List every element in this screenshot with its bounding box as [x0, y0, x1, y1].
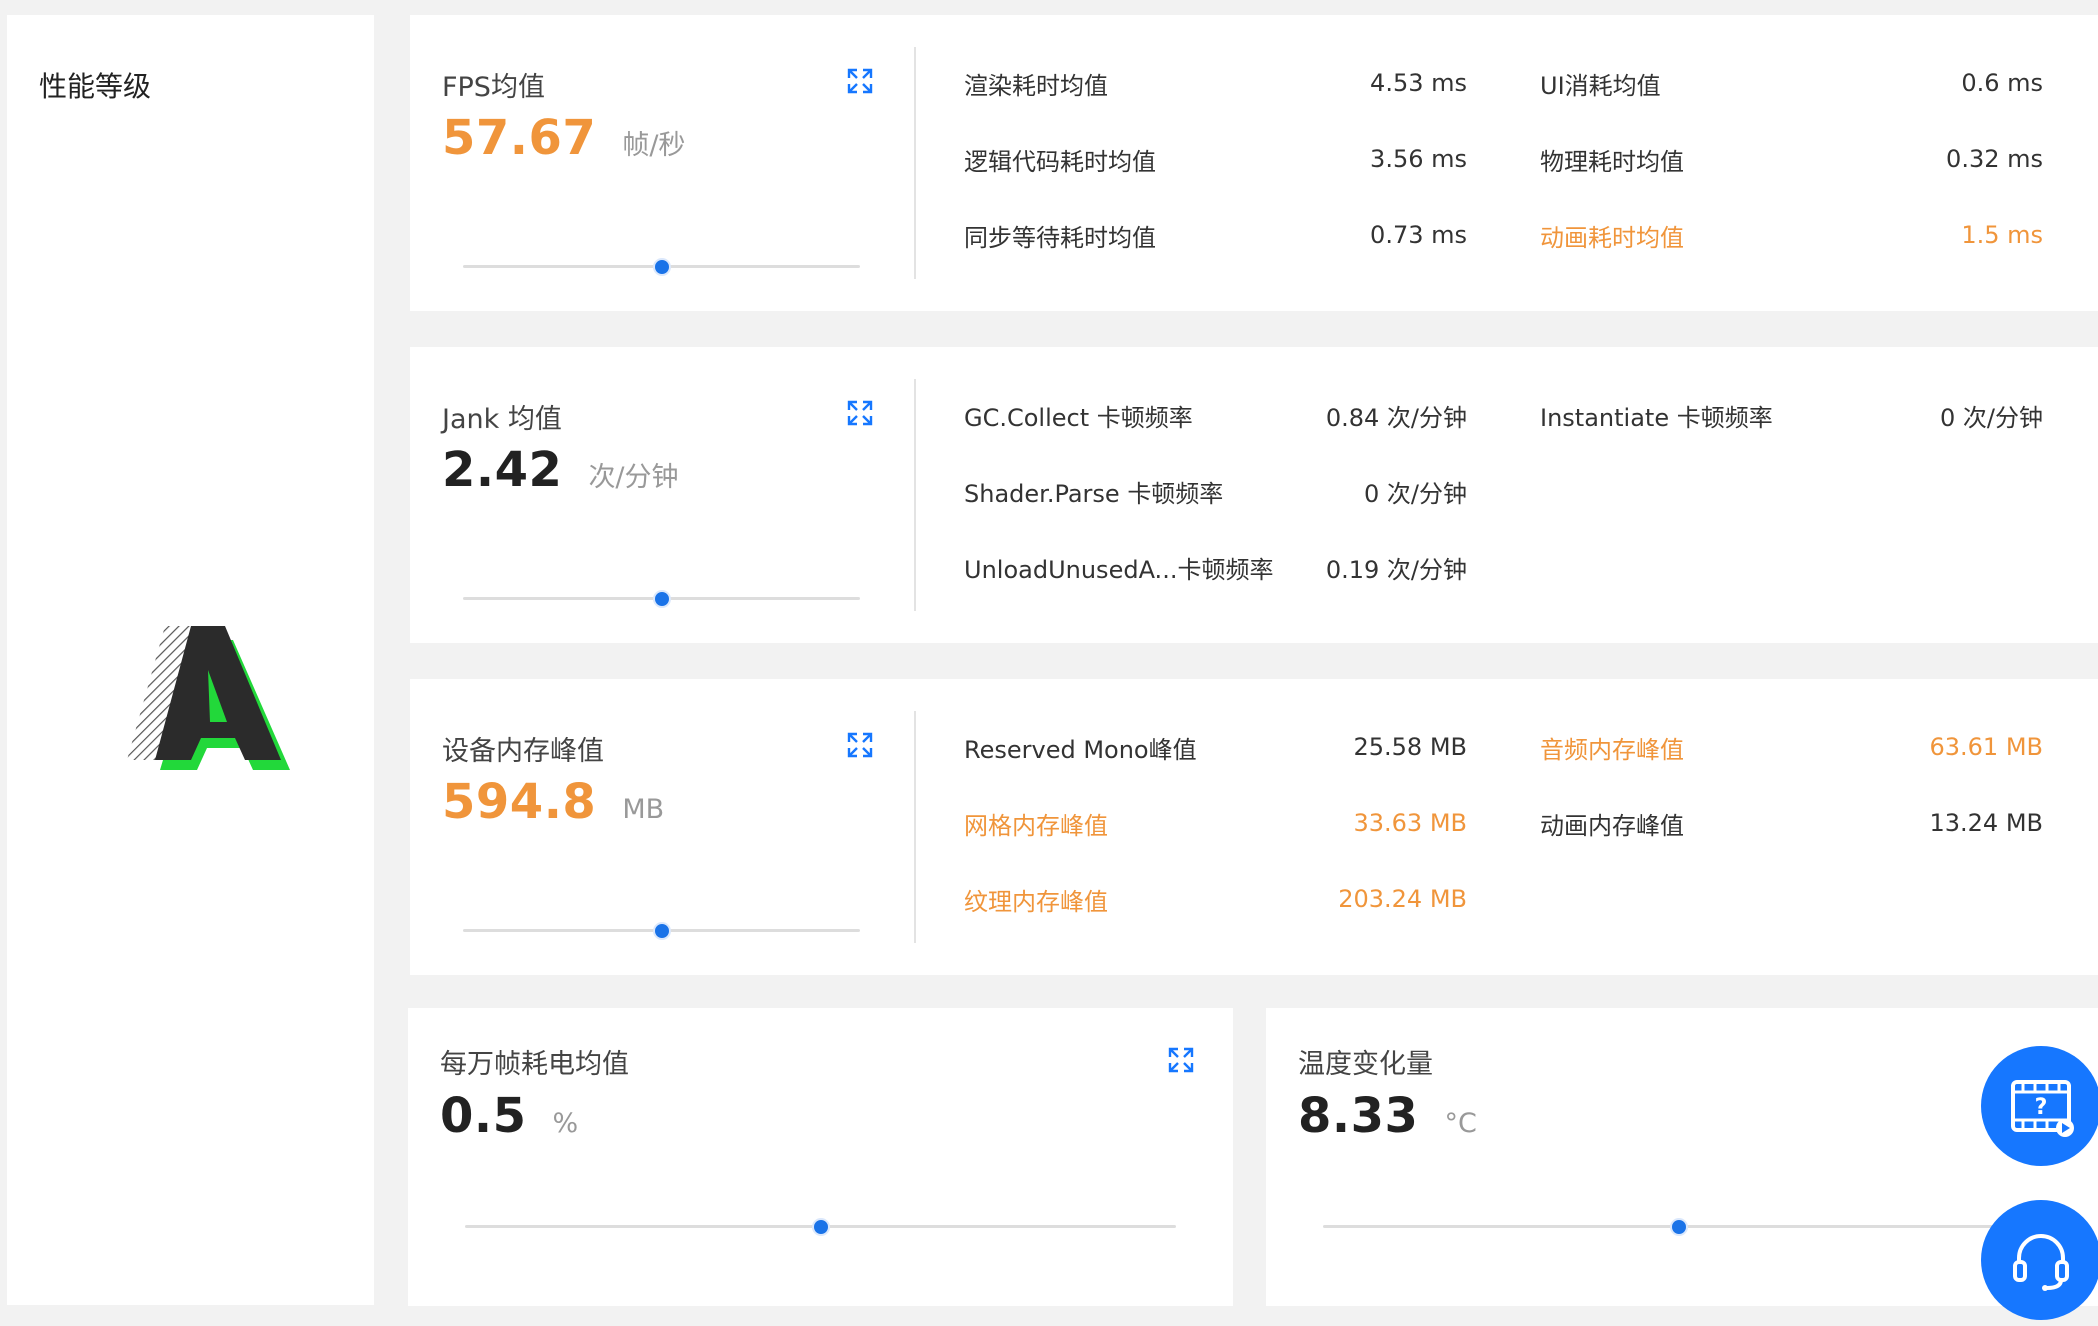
jank-card: Jank 均值 2.42 次/分钟 GC.Collect 卡顿频率 0.84 次… [410, 347, 2098, 643]
stat-label: 逻辑代码耗时均值 [964, 147, 1156, 176]
fps-card: FPS均值 57.67 帧/秒 渲染耗时均值 4.53 ms UI消耗均值 0.… [410, 15, 2098, 311]
expand-icon[interactable] [846, 67, 874, 95]
fps-slider[interactable] [463, 258, 860, 276]
stat-label: 物理耗时均值 [1540, 147, 1684, 176]
memory-card: 设备内存峰值 594.8 MB Reserved Mono峰值 25.58 MB… [410, 679, 2098, 975]
stat-value: 0.32 ms [1946, 145, 2043, 173]
stat-animation-memory: 动画内存峰值 13.24 MB [1540, 805, 2043, 841]
stat-value: 13.24 MB [1929, 809, 2043, 837]
stat-label: UI消耗均值 [1540, 71, 1661, 100]
memory-unit: MB [622, 794, 665, 825]
expand-icon[interactable] [1167, 1046, 1195, 1074]
fps-unit: 帧/秒 [622, 130, 686, 161]
stat-render: 渲染耗时均值 4.53 ms [964, 65, 1467, 101]
stat-label: 纹理内存峰值 [964, 887, 1108, 916]
expand-icon[interactable] [846, 731, 874, 759]
stat-mesh-memory: 网格内存峰值 33.63 MB [964, 805, 1467, 841]
stat-gc-collect: GC.Collect 卡顿频率 0.84 次/分钟 [964, 397, 1467, 433]
stat-value: 0.6 ms [1961, 69, 2043, 97]
grade-a-logo [127, 626, 290, 770]
memory-value: 594.8 [442, 774, 597, 830]
divider [914, 711, 916, 943]
headset-icon [2013, 1234, 2069, 1291]
stat-value: 0.19 次/分钟 [1325, 555, 1467, 584]
stat-value: 25.58 MB [1353, 733, 1467, 761]
stat-physics: 物理耗时均值 0.32 ms [1540, 141, 2043, 177]
stat-value: 0 次/分钟 [1940, 403, 2043, 432]
temperature-value: 8.33 [1298, 1088, 1419, 1144]
jank-value: 2.42 [442, 442, 563, 498]
power-label: 每万帧耗电均值 [440, 1049, 629, 1080]
jank-slider[interactable] [463, 590, 860, 608]
grade-panel: 性能等级 [7, 15, 374, 1305]
slider-knob[interactable] [652, 922, 671, 940]
grade-title: 性能等级 [39, 70, 152, 103]
power-value: 0.5 [440, 1088, 527, 1144]
stat-value: 0.73 ms [1370, 221, 1467, 249]
memory-slider[interactable] [463, 922, 860, 940]
stat-texture-memory: 纹理内存峰值 203.24 MB [964, 881, 1467, 917]
jank-label: Jank 均值 [442, 404, 562, 435]
stat-shader-parse: Shader.Parse 卡顿频率 0 次/分钟 [964, 473, 1467, 509]
stat-label: 音频内存峰值 [1540, 735, 1684, 764]
stat-logic: 逻辑代码耗时均值 3.56 ms [964, 141, 1467, 177]
temperature-label: 温度变化量 [1298, 1049, 1433, 1080]
stat-value: 4.53 ms [1370, 69, 1467, 97]
stat-label: 同步等待耗时均值 [964, 223, 1156, 252]
memory-label: 设备内存峰值 [442, 736, 604, 767]
stat-value: 3.56 ms [1370, 145, 1467, 173]
stat-label: Reserved Mono峰值 [964, 735, 1197, 764]
stat-value: 63.61 MB [1929, 733, 2043, 761]
stat-value: 33.63 MB [1353, 809, 1467, 837]
slider-knob[interactable] [1669, 1218, 1688, 1236]
slider-knob[interactable] [811, 1218, 830, 1236]
stat-animation: 动画耗时均值 1.5 ms [1540, 217, 2043, 253]
divider [914, 47, 916, 279]
stat-unload-unused: UnloadUnusedA...卡顿频率 0.19 次/分钟 [964, 549, 1467, 585]
power-slider[interactable] [465, 1218, 1176, 1236]
divider [914, 379, 916, 611]
stat-reserved-mono: Reserved Mono峰值 25.58 MB [964, 729, 1467, 765]
stat-label: Instantiate 卡顿频率 [1540, 403, 1773, 432]
temperature-card: 温度变化量 8.33 °C [1266, 1008, 2098, 1306]
fps-value: 57.67 [442, 110, 597, 166]
temperature-slider[interactable] [1323, 1218, 2034, 1236]
stat-audio-memory: 音频内存峰值 63.61 MB [1540, 729, 2043, 765]
video-help-button[interactable]: ? [1981, 1046, 2098, 1166]
stat-label: GC.Collect 卡顿频率 [964, 403, 1193, 432]
stat-ui: UI消耗均值 0.6 ms [1540, 65, 2043, 101]
stat-label: Shader.Parse 卡顿频率 [964, 479, 1224, 508]
fps-label: FPS均值 [442, 72, 545, 103]
video-help-icon: ? [2011, 1080, 2074, 1137]
power-unit: % [552, 1108, 579, 1139]
stat-label: 网格内存峰值 [964, 811, 1108, 840]
expand-icon[interactable] [846, 399, 874, 427]
stat-label: 动画耗时均值 [1540, 223, 1684, 252]
performance-overview: 性能等级 FPS均值 57.67 帧/秒 渲染耗时均值 4.53 ms UI消耗… [0, 0, 2098, 1326]
stat-value: 1.5 ms [1961, 221, 2043, 249]
power-card: 每万帧耗电均值 0.5 % [408, 1008, 1233, 1306]
stat-label: 动画内存峰值 [1540, 811, 1684, 840]
stat-instantiate: Instantiate 卡顿频率 0 次/分钟 [1540, 397, 2043, 433]
stat-sync: 同步等待耗时均值 0.73 ms [964, 217, 1467, 253]
slider-knob[interactable] [652, 258, 671, 276]
slider-knob[interactable] [652, 590, 671, 608]
stat-value: 0 次/分钟 [1364, 479, 1467, 508]
temperature-unit: °C [1444, 1108, 1477, 1139]
stat-value: 203.24 MB [1338, 885, 1467, 913]
support-button[interactable] [1981, 1200, 2098, 1320]
svg-text:?: ? [2035, 1095, 2048, 1120]
stat-value: 0.84 次/分钟 [1325, 403, 1467, 432]
jank-unit: 次/分钟 [588, 462, 679, 493]
stat-label: 渲染耗时均值 [964, 71, 1108, 100]
stat-label: UnloadUnusedA...卡顿频率 [964, 555, 1274, 584]
